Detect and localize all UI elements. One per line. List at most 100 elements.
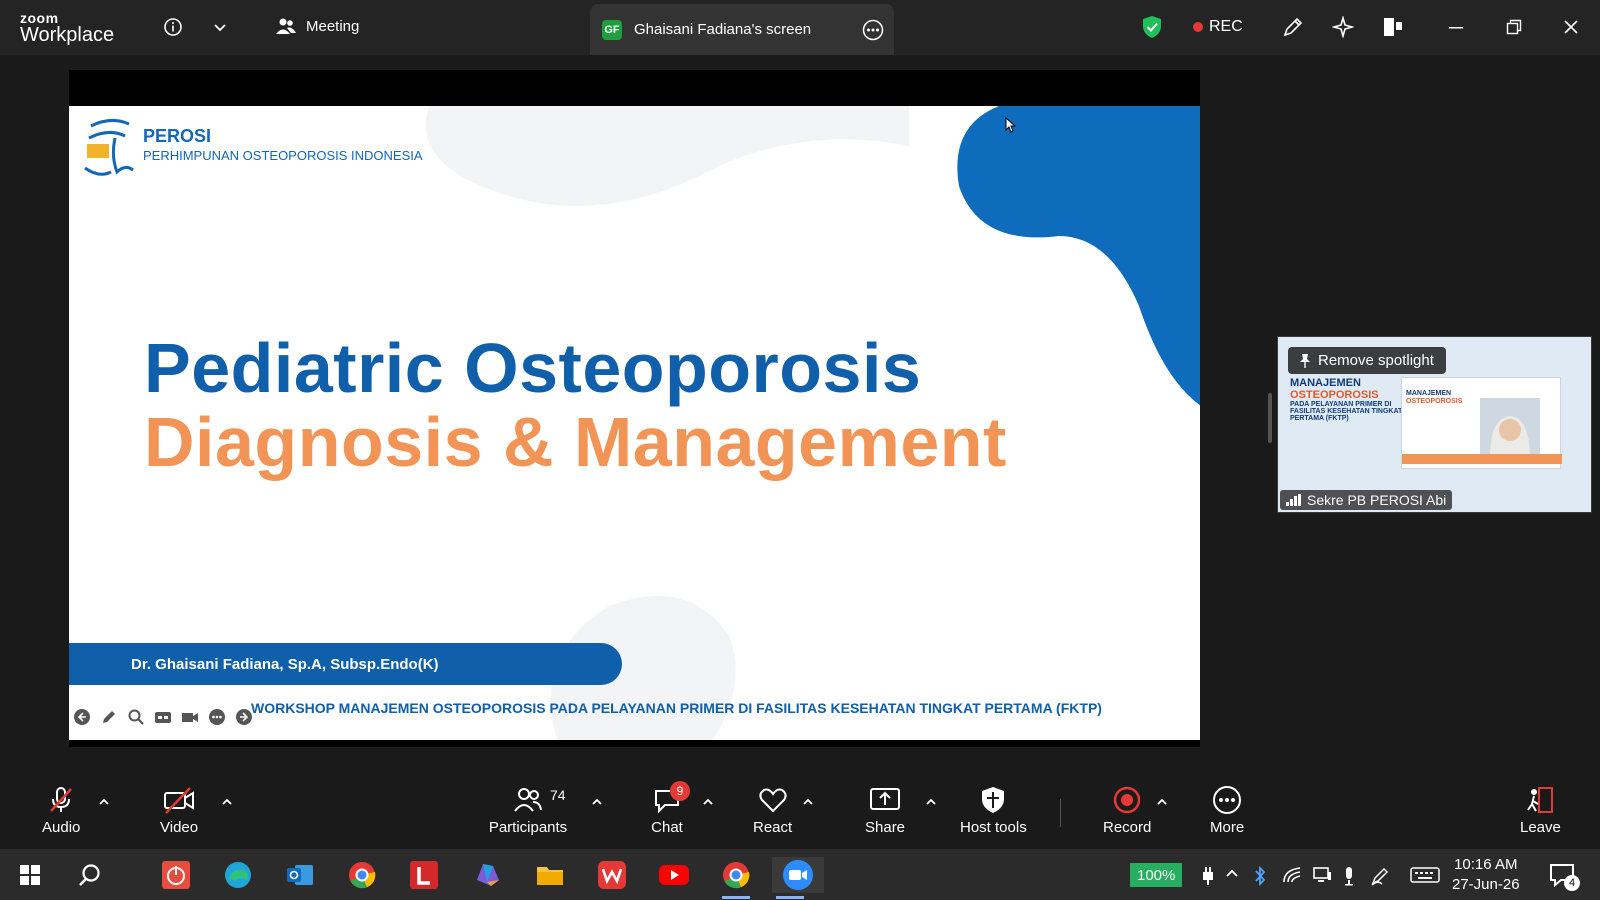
presenter-name: Dr. Ghaisani Fadiana, Sp.A, Subsp.Endo(K… <box>131 655 439 673</box>
app-brand: zoom Workplace <box>20 11 114 45</box>
participants-icon <box>514 788 542 812</box>
record-label: Record <box>1103 819 1152 836</box>
system-clock[interactable]: 10:16 AM 27-Jun-26 <box>1452 855 1520 895</box>
chat-label: Chat <box>651 819 683 836</box>
people-icon <box>276 18 296 34</box>
record-options-chevron-icon[interactable] <box>1155 795 1169 809</box>
title-bar: zoom Workplace Meeting GF Ghaisani Fadia… <box>0 0 1600 55</box>
microsoft-365-icon[interactable] <box>470 857 506 893</box>
meeting-label: Meeting <box>306 17 360 35</box>
l-app-icon[interactable] <box>406 857 442 893</box>
record-icon <box>1113 786 1141 814</box>
remove-spotlight-button[interactable]: Remove spotlight <box>1288 347 1446 374</box>
chevron-up-icon[interactable] <box>1224 866 1240 882</box>
wps-office-icon[interactable] <box>594 857 630 893</box>
poster-name-strip <box>1402 454 1562 464</box>
pen-icon[interactable] <box>100 708 118 726</box>
pin-icon <box>1300 353 1310 368</box>
participant-name-tag: Sekre PB PEROSI Abi <box>1280 490 1453 510</box>
audio-options-chevron-icon[interactable] <box>97 795 111 809</box>
org-name: PEROSI <box>143 126 212 146</box>
speaker-video-icon <box>1480 398 1540 458</box>
minimize-icon[interactable] <box>1443 14 1469 40</box>
controls-divider <box>1060 799 1061 827</box>
chrome-icon[interactable] <box>344 857 380 893</box>
audio-button[interactable]: Audio <box>42 785 80 836</box>
decorative-light-shape <box>425 106 909 206</box>
chrome-profile-icon[interactable] <box>718 857 754 899</box>
more-button[interactable]: More <box>1210 785 1244 836</box>
power-app-icon[interactable] <box>158 857 194 893</box>
chat-options-chevron-icon[interactable] <box>701 795 715 809</box>
participant-name: Sekre PB PEROSI Abi <box>1307 492 1447 508</box>
share-label: Share <box>865 819 906 836</box>
share-options-chevron-icon[interactable] <box>924 795 938 809</box>
poster-inner-frame: MANAJEMEN OSTEOPOROSIS <box>1401 377 1562 469</box>
mouse-cursor-icon <box>1005 117 1017 133</box>
presenter-banner: Dr. Ghaisani Fadiana, Sp.A, Subsp.Endo(K… <box>69 643 622 685</box>
video-button[interactable]: Video <box>160 785 198 836</box>
restore-window-icon[interactable] <box>1501 14 1527 40</box>
apps-panel-icon[interactable] <box>1380 14 1406 40</box>
security-shield-icon[interactable] <box>1139 14 1165 40</box>
more-dots-icon <box>1213 786 1242 814</box>
share-button[interactable]: Share <box>865 785 905 836</box>
perosi-logo-icon <box>84 119 134 176</box>
pen-input-icon[interactable] <box>1370 866 1390 886</box>
annotate-pen-icon[interactable] <box>1280 14 1306 40</box>
display-icon[interactable] <box>1312 866 1332 884</box>
keyboard-icon[interactable] <box>1410 866 1440 884</box>
participant-video-thumbnail[interactable]: MANAJEMEN OSTEOPOROSIS PADA PELAYANAN PR… <box>1277 336 1592 513</box>
captions-icon[interactable] <box>154 708 172 726</box>
brand-top: zoom <box>20 10 59 26</box>
react-button[interactable]: React <box>753 785 792 836</box>
wifi-icon[interactable] <box>1282 866 1302 884</box>
notifications-icon[interactable]: 4 <box>1544 857 1580 893</box>
more-options-icon[interactable] <box>862 19 884 41</box>
presenter-avatar: GF <box>602 19 622 40</box>
signal-strength-icon <box>1286 494 1301 506</box>
audio-label: Audio <box>42 819 81 836</box>
clock-date: 27-Jun-26 <box>1452 876 1520 893</box>
edge-browser-icon[interactable] <box>220 857 256 893</box>
search-icon[interactable] <box>72 857 108 893</box>
camera-icon[interactable] <box>181 708 199 726</box>
file-explorer-icon[interactable] <box>532 857 568 893</box>
leave-button[interactable]: Leave <box>1520 785 1561 836</box>
outlook-icon[interactable] <box>282 857 318 893</box>
host-tools-button[interactable]: Host tools <box>960 785 1027 836</box>
more-icon[interactable] <box>208 708 226 726</box>
prev-slide-icon[interactable] <box>73 708 91 726</box>
react-options-chevron-icon[interactable] <box>801 795 815 809</box>
youtube-icon[interactable] <box>656 857 692 893</box>
chat-button[interactable]: 9 Chat <box>650 781 690 836</box>
recording-indicator[interactable]: REC <box>1193 18 1243 36</box>
power-plug-icon[interactable] <box>1200 866 1216 886</box>
chat-unread-badge: 9 <box>670 781 690 801</box>
bluetooth-icon[interactable] <box>1253 866 1267 886</box>
participants-button[interactable]: 74 Participants <box>488 785 568 836</box>
record-button[interactable]: Record <box>1103 785 1151 836</box>
close-icon[interactable] <box>1558 14 1584 40</box>
participants-count: 74 <box>550 787 566 803</box>
screen-tab-label: Ghaisani Fadiana's screen <box>634 21 812 38</box>
video-options-chevron-icon[interactable] <box>220 795 234 809</box>
info-icon[interactable] <box>160 14 186 40</box>
next-slide-icon[interactable] <box>235 708 253 726</box>
inner-line1: MANAJEMEN <box>1406 390 1452 397</box>
panel-resize-handle[interactable] <box>1268 393 1272 443</box>
participants-options-chevron-icon[interactable] <box>590 795 604 809</box>
battery-indicator[interactable]: 100% <box>1130 863 1183 887</box>
clock-time: 10:16 AM <box>1454 856 1518 873</box>
zoom-app-icon[interactable] <box>772 857 824 899</box>
shared-screen[interactable]: PEROSI PERHIMPUNAN OSTEOPOROSIS INDONESI… <box>69 70 1200 747</box>
remove-spotlight-label: Remove spotlight <box>1318 352 1434 369</box>
meeting-menu[interactable]: Meeting <box>276 17 359 35</box>
slide-title-line1: Pediatric Osteoporosis <box>144 329 922 407</box>
microphone-icon[interactable] <box>1342 866 1356 886</box>
chevron-down-icon[interactable] <box>207 14 233 40</box>
screen-share-tab[interactable]: GF Ghaisani Fadiana's screen <box>590 4 894 55</box>
ai-companion-icon[interactable] <box>1330 14 1356 40</box>
windows-start-icon[interactable] <box>12 857 48 893</box>
zoom-icon[interactable] <box>127 708 145 726</box>
